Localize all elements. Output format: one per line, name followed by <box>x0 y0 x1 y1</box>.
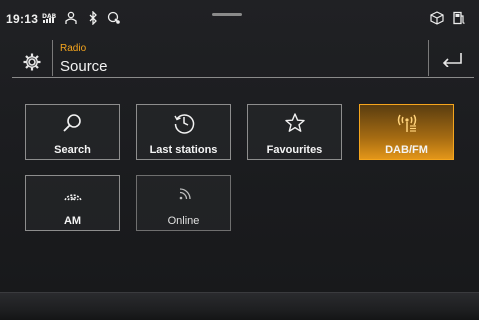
fuel-icon <box>452 11 466 25</box>
header-divider <box>52 40 53 76</box>
tile-label: Search <box>54 144 91 156</box>
user-icon <box>64 11 78 25</box>
star-icon <box>248 111 341 135</box>
package-icon <box>430 11 444 25</box>
tile-label: Last stations <box>149 144 218 156</box>
header-underline <box>12 77 474 78</box>
infotainment-screen: 19:13 DAB Radio Source Search Last stati… <box>0 0 479 292</box>
header-category: Radio <box>60 43 87 54</box>
tile-label: DAB/FM <box>385 144 428 156</box>
tile-last-stations[interactable]: Last stations <box>136 104 231 160</box>
tile-search[interactable]: Search <box>25 104 120 160</box>
tile-label: Favourites <box>266 144 323 156</box>
dab-signal-icon: DAB <box>42 11 56 25</box>
bluetooth-icon <box>86 11 100 25</box>
tile-label: AM <box>63 215 82 227</box>
header-divider <box>428 40 429 76</box>
online-signal-icon <box>137 182 230 206</box>
back-arrow-icon <box>442 53 462 67</box>
drawer-handle[interactable] <box>212 13 242 16</box>
page-title: Source <box>60 58 108 75</box>
clock: 19:13 <box>6 12 39 26</box>
display-bezel <box>0 292 479 320</box>
radio-tower-icon <box>360 111 453 135</box>
source-header: Radio Source <box>12 40 474 78</box>
tile-dab-fm[interactable]: DAB/FM <box>359 104 454 160</box>
search-icon <box>26 111 119 135</box>
tile-favourites[interactable]: Favourites <box>247 104 342 160</box>
clock-history-icon <box>137 111 230 135</box>
am-signal-icon <box>26 182 119 206</box>
tile-label: Online <box>167 215 200 227</box>
tile-am[interactable]: AM <box>25 175 120 231</box>
tile-online[interactable]: Online <box>136 175 231 231</box>
gear-icon[interactable] <box>22 52 42 72</box>
status-bar: 19:13 DAB <box>0 0 479 30</box>
phone-settings-icon <box>107 11 121 25</box>
back-button[interactable] <box>430 44 474 74</box>
